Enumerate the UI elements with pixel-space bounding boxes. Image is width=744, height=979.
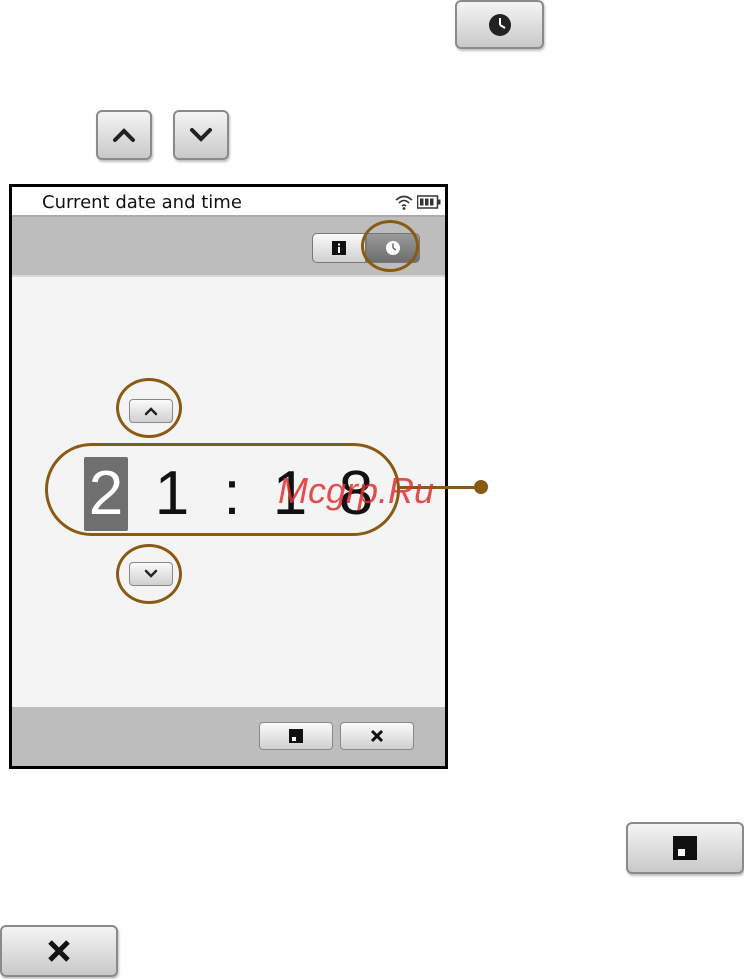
watermark: Mcgrp.Ru <box>278 470 435 511</box>
clock-button[interactable] <box>366 233 420 263</box>
close-reference-button[interactable] <box>0 925 118 977</box>
callout-dot <box>474 480 488 494</box>
hour-ones-digit[interactable]: 1 <box>150 457 194 531</box>
wifi-icon <box>395 195 413 210</box>
close-button[interactable] <box>340 722 414 750</box>
close-icon <box>370 729 384 743</box>
save-icon <box>673 836 697 860</box>
clock-reference-button[interactable] <box>455 0 544 49</box>
increment-button[interactable] <box>129 399 173 423</box>
save-icon <box>289 729 303 743</box>
screen-title: Current date and time <box>42 192 242 213</box>
battery-icon <box>417 195 441 209</box>
chevron-down-icon <box>190 128 212 142</box>
save-button[interactable] <box>259 722 333 750</box>
hour-tens-digit[interactable]: 2 <box>84 457 128 531</box>
chevron-up-icon <box>113 128 135 142</box>
down-reference-button[interactable] <box>173 110 229 160</box>
status-bar: Current date and time <box>12 187 445 217</box>
chevron-down-icon <box>144 569 158 578</box>
toolbar <box>12 217 445 277</box>
time-separator: : <box>223 459 241 528</box>
clock-icon <box>386 241 400 255</box>
info-icon <box>332 241 346 255</box>
chevron-up-icon <box>144 407 158 416</box>
clock-icon <box>488 13 511 36</box>
decrement-button[interactable] <box>129 562 173 586</box>
close-icon <box>48 940 70 962</box>
bottom-bar <box>12 707 445 766</box>
up-reference-button[interactable] <box>96 110 152 160</box>
info-button[interactable] <box>312 233 366 263</box>
save-reference-button[interactable] <box>626 822 744 874</box>
